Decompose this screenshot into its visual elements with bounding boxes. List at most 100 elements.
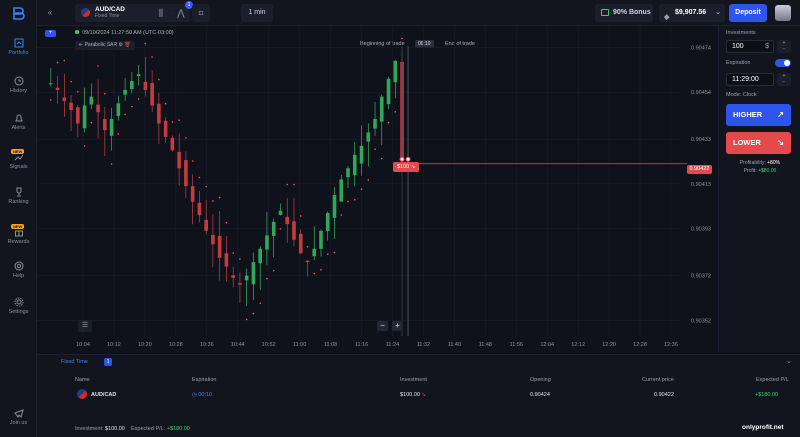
sar-dot	[185, 137, 187, 139]
trade-opening: 0.90424	[530, 392, 550, 398]
chart-settings-button[interactable]: ☰	[78, 320, 92, 332]
zoom-out-button[interactable]: −	[377, 321, 388, 331]
open-trade-marker[interactable]: $100 ↘	[393, 162, 420, 172]
collapse-sidebar-icon[interactable]: «	[44, 4, 56, 22]
sar-dot	[131, 105, 133, 108]
column-header: Investment	[400, 377, 427, 383]
x-tick-label: 12:12	[571, 342, 585, 348]
trade-investment: $100.00 ↘	[400, 392, 427, 398]
expiration-input[interactable]: 11:29:00	[726, 73, 774, 86]
sidebar-item-help[interactable]: Help	[0, 261, 37, 279]
sar-dot	[117, 133, 120, 135]
sidebar-item-label: Join us	[9, 420, 28, 426]
deposit-button[interactable]: Deposit	[729, 4, 767, 22]
sar-dot	[97, 65, 99, 67]
arrow-down-icon: ↘	[410, 164, 416, 170]
trade-expected-pl: +$180.00	[755, 392, 779, 398]
currency-unit: $	[765, 43, 769, 50]
trade-current-price: 0.90422	[654, 392, 674, 398]
candle-body	[292, 221, 296, 240]
gear-icon	[14, 297, 23, 307]
sar-dot	[394, 110, 397, 113]
trades-summary: Investment: $100.00 Expected P/L: +$180.…	[75, 426, 190, 432]
expiration-mode-toggle[interactable]	[775, 59, 791, 67]
candle-body	[258, 248, 262, 264]
trade-name: AUD/CAD	[91, 392, 117, 398]
candle-body	[339, 179, 344, 202]
candle-body	[373, 119, 377, 129]
column-header: Expiration	[192, 377, 217, 383]
x-tick-label: 12:28	[633, 342, 647, 348]
price-chart[interactable]: 0.90474 0.90454 0.90433 0.90413 0.90393 0.903…	[37, 26, 718, 352]
candle-body	[123, 89, 127, 95]
chart-area[interactable]: + 09/10/2024 11:27:50 AM (UTC-03:00) ⇤ P…	[37, 26, 718, 352]
aud-cad-flag-icon	[77, 389, 87, 399]
sar-dot	[279, 228, 282, 230]
candle-body	[224, 253, 229, 267]
profitability-info: Profitability: +80%	[739, 160, 781, 166]
candle-body	[346, 168, 350, 178]
candle-body	[285, 216, 290, 225]
y-tick-label: 0.90474	[691, 45, 711, 51]
tab-fixed-time[interactable]: Fixed Time	[61, 359, 88, 365]
investment-stepper[interactable]: + −	[777, 40, 791, 53]
x-tick-label: 11:24	[386, 342, 399, 348]
investment-input[interactable]: 100 $	[726, 40, 774, 53]
sar-dot	[387, 121, 390, 124]
column-header: Expected P/L	[756, 377, 789, 383]
x-tick-label: 10:20	[138, 342, 152, 348]
zoom-in-button[interactable]: +	[392, 321, 403, 331]
x-tick-label: 12:04	[540, 342, 554, 348]
sar-dot	[401, 37, 403, 40]
sar-dot	[50, 99, 52, 101]
sidebar-item-label: History	[9, 88, 28, 94]
sidebar-item-rewards[interactable]: NEW Rewards	[0, 224, 37, 245]
timeframe-button[interactable]: 1 min	[241, 4, 273, 22]
sidebar-item-ranking[interactable]: Ranking	[0, 187, 37, 205]
candle-body	[359, 145, 364, 164]
chevron-down-icon[interactable]: ⌄	[786, 357, 792, 365]
higher-button[interactable]: HIGHER ↗	[726, 104, 791, 126]
expiration-stepper[interactable]: + −	[777, 73, 791, 86]
sidebar-item-settings[interactable]: Settings	[0, 297, 37, 315]
sar-dot	[90, 121, 93, 124]
balance-selector[interactable]: ◆ $9,907.56 ⌄	[659, 4, 725, 22]
x-tick-label: 10:36	[200, 342, 214, 348]
chevron-down-icon: ⌄	[715, 9, 721, 16]
candle-body	[163, 120, 168, 137]
sar-dot	[360, 188, 363, 190]
profit-info: Profit: +$80.00	[743, 168, 777, 174]
sar-dot	[286, 183, 289, 186]
chart-type-button[interactable]: ⫼	[152, 4, 170, 22]
candle-body	[305, 260, 310, 263]
sidebar-item-history[interactable]: History	[0, 76, 37, 94]
sidebar-item-join-us[interactable]: Join us	[0, 408, 37, 426]
candle-body	[190, 186, 195, 202]
trades-panel: Fixed Time 1 ⌄ Name Expiration Investmen…	[37, 354, 800, 437]
column-header: Name	[75, 377, 90, 383]
sar-dot	[56, 61, 59, 64]
sidebar-item-alerts[interactable]: Alerts	[0, 113, 37, 131]
candle-body	[177, 151, 181, 169]
avatar[interactable]	[775, 5, 791, 21]
indicators-button[interactable]: ⋀ 1	[172, 1, 193, 22]
bonus-button[interactable]: 90% Bonus	[595, 4, 653, 22]
trade-open-point	[399, 156, 405, 162]
arrow-down-icon: ↘	[421, 392, 427, 398]
sar-dot	[212, 200, 214, 202]
sar-dot	[245, 318, 248, 321]
sar-dot	[272, 269, 275, 272]
sar-dot	[313, 272, 316, 275]
candle-body	[49, 83, 53, 85]
candle-body	[386, 78, 391, 105]
sidebar-item-label: Ranking	[8, 199, 29, 205]
y-tick-label: 0.90393	[691, 227, 711, 233]
candle-body	[197, 202, 202, 216]
indicator-icon: ⋀	[177, 8, 185, 18]
sidebar-item-portfolio[interactable]: Portfolio	[0, 38, 37, 56]
candle-body	[76, 107, 80, 124]
x-tick-label: 10:28	[169, 342, 183, 348]
drawing-tools-button[interactable]: ⌗	[192, 4, 210, 22]
lower-button[interactable]: LOWER ↘	[726, 132, 791, 154]
sidebar-item-signals[interactable]: NEW Signals	[0, 149, 37, 170]
